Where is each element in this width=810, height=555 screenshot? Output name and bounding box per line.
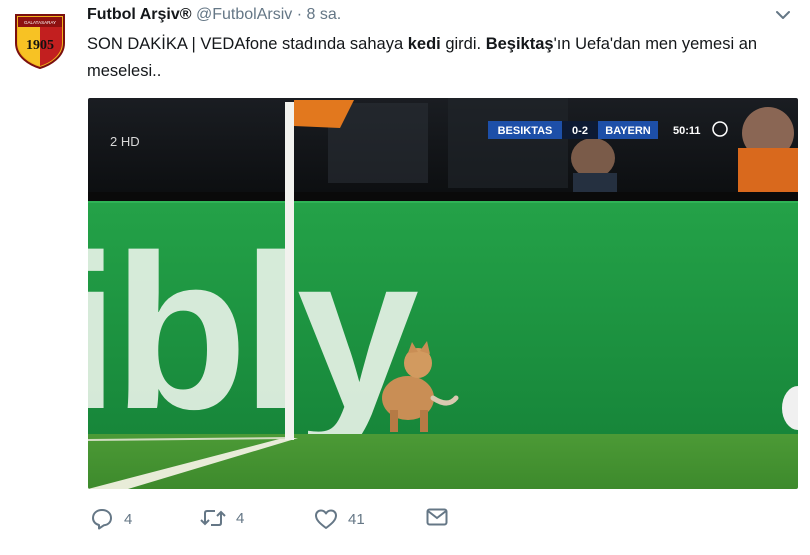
like-icon bbox=[315, 509, 337, 529]
avatar[interactable]: GALATASARAY 1905 bbox=[14, 13, 66, 69]
author-handle[interactable]: @FutbolArsiv bbox=[196, 6, 292, 23]
score-home-team: BESIKTAS bbox=[498, 125, 553, 137]
avatar-year: 1905 bbox=[26, 38, 54, 53]
media-image[interactable]: 2 HD BESIKTAS 0-2 BAYERN 50:11 ibly bbox=[88, 98, 798, 489]
tweet-text-part: SON DAKİKA | VEDAfone stadında sahaya bbox=[87, 35, 408, 53]
tweet-text-bold: kedi bbox=[407, 35, 441, 53]
retweet-count: 4 bbox=[236, 509, 245, 527]
reply-icon bbox=[92, 509, 112, 530]
score-away-team: BAYERN bbox=[605, 125, 650, 137]
match-clock: 50:11 bbox=[673, 125, 701, 137]
timestamp[interactable]: 8 sa. bbox=[306, 6, 341, 23]
score-result: 0-2 bbox=[572, 125, 588, 137]
reply-count: 4 bbox=[124, 510, 133, 528]
tweet-text-bold: Beşiktaş bbox=[485, 35, 554, 53]
author-name[interactable]: Futbol Arşiv® bbox=[87, 6, 192, 23]
tweet-text: SON DAKİKA | VEDAfone stadında sahaya ke… bbox=[87, 31, 787, 85]
direct-message-button[interactable] bbox=[426, 508, 448, 526]
like-count: 41 bbox=[348, 510, 365, 528]
avatar-top-text: GALATASARAY bbox=[24, 20, 56, 25]
corner-flag-pole bbox=[285, 102, 294, 440]
tweet-actions: 4 4 41 bbox=[88, 508, 488, 538]
tweet-header: Futbol Arşiv® @FutbolArsiv · 8 sa. bbox=[87, 5, 341, 25]
chevron-down-icon[interactable] bbox=[776, 10, 790, 20]
message-icon bbox=[426, 508, 448, 526]
tv-channel-logo: 2 HD bbox=[110, 134, 140, 149]
reply-button[interactable]: 4 bbox=[90, 508, 132, 530]
tweet-text-part: girdi. bbox=[440, 35, 486, 53]
separator: · bbox=[296, 6, 303, 23]
retweet-icon bbox=[200, 510, 226, 526]
retweet-button[interactable]: 4 bbox=[200, 508, 244, 528]
like-button[interactable]: 41 bbox=[314, 508, 365, 530]
ad-board-text: ibly bbox=[88, 209, 419, 455]
tweet-media[interactable]: 2 HD BESIKTAS 0-2 BAYERN 50:11 ibly bbox=[88, 98, 798, 489]
